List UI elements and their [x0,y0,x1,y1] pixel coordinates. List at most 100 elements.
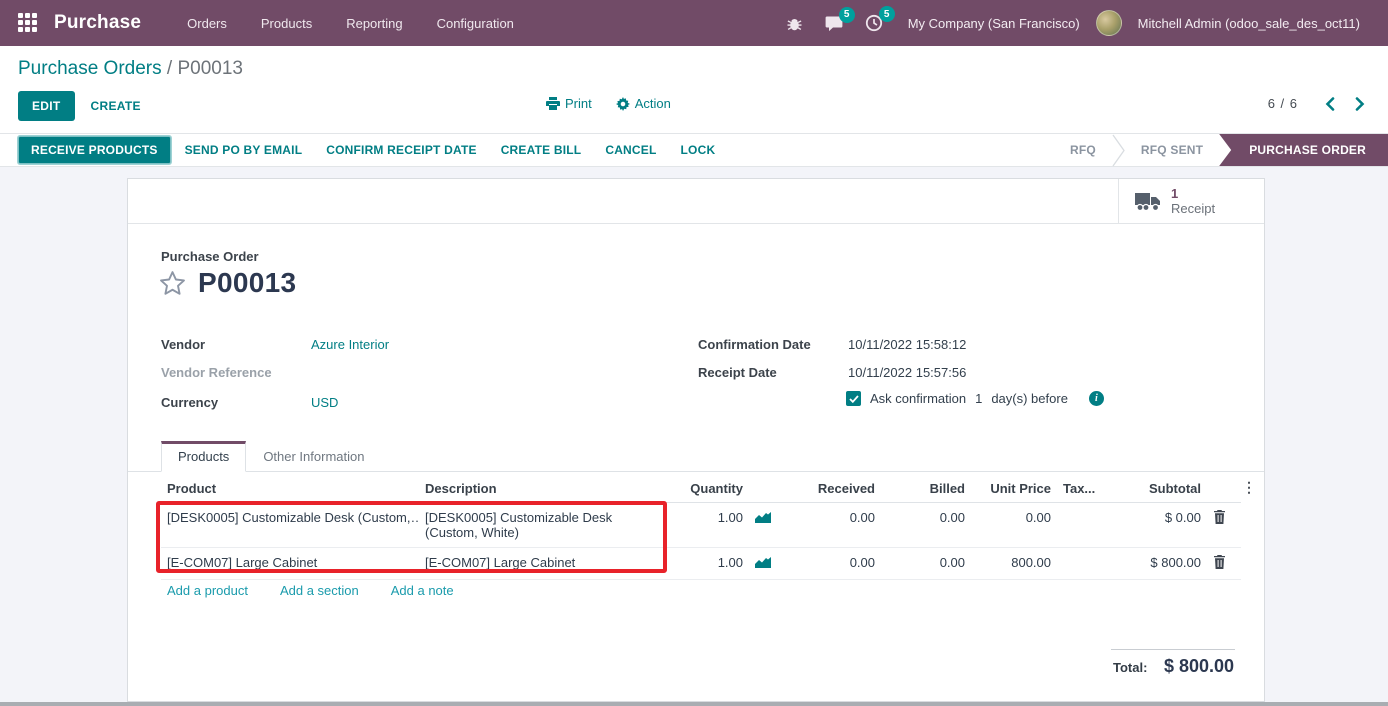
table-row[interactable]: [DESK0005] Customizable Desk (Custom,… [… [161,503,1241,548]
debug-bug-icon[interactable] [777,9,812,38]
forecast-chart-icon[interactable] [755,555,771,568]
main-menus: Orders Products Reporting Configuration [175,10,526,37]
create-bill-button[interactable]: CREATE BILL [491,137,592,163]
table-row[interactable]: [E-COM07] Large Cabinet [E-COM07] Large … [161,548,1241,580]
add-a-section-link[interactable]: Add a section [280,583,359,598]
tab-other-information[interactable]: Other Information [246,441,381,471]
menu-products[interactable]: Products [249,10,324,37]
user-menu[interactable]: Mitchell Admin (odoo_sale_des_oct11) [1126,16,1372,31]
pager-previous-icon[interactable] [1324,97,1335,111]
menu-reporting[interactable]: Reporting [334,10,414,37]
delete-row-icon[interactable] [1213,555,1226,569]
order-lines-table: Product Description Quantity Received Bi… [161,476,1241,580]
cell-description[interactable]: [DESK0005] Customizable Desk (Custom, Wh… [419,503,669,548]
ask-confirmation-days[interactable]: 1 [975,391,982,406]
menu-orders[interactable]: Orders [175,10,239,37]
cell-product[interactable]: [DESK0005] Customizable Desk (Custom,… [161,503,419,548]
currency-value[interactable]: USD [311,395,338,410]
cell-tax[interactable] [1057,503,1103,548]
total-divider [1111,649,1235,650]
receipt-smart-button[interactable]: 1 Receipt [1118,179,1264,224]
activities-clock-icon[interactable]: 5 [856,8,892,38]
cell-subtotal: $ 0.00 [1103,503,1207,548]
gear-icon [616,97,630,111]
confirm-receipt-date-button[interactable]: CONFIRM RECEIPT DATE [316,137,486,163]
ask-confirmation-label: Ask confirmation [870,391,966,406]
delete-row-icon[interactable] [1213,510,1226,524]
title-field-label: Purchase Order [161,249,259,264]
company-switcher[interactable]: My Company (San Francisco) [896,16,1092,31]
lock-button[interactable]: LOCK [671,137,726,163]
vendor-value[interactable]: Azure Interior [311,337,389,352]
receipt-count: 1 [1171,187,1215,202]
col-description[interactable]: Description [419,476,669,503]
ask-confirmation-checkbox[interactable] [846,391,861,406]
line-add-links: Add a product Add a section Add a note [167,583,454,598]
state-purchase-order[interactable]: PURCHASE ORDER [1219,134,1388,166]
cell-received[interactable]: 0.00 [785,503,881,548]
receipt-date-value: 10/11/2022 15:57:56 [848,365,966,380]
confirmation-date-label: Confirmation Date [698,337,868,352]
ask-confirmation-suffix: day(s) before [991,391,1068,406]
send-po-by-email-button[interactable]: SEND PO BY EMAIL [175,137,313,163]
printer-icon [546,97,560,110]
cell-description[interactable]: [E-COM07] Large Cabinet [419,548,669,580]
state-rfq[interactable]: RFQ [1054,134,1112,166]
ask-confirmation-row: Ask confirmation 1 day(s) before i [846,391,1104,406]
create-button[interactable]: CREATE [89,91,143,121]
state-rfq-sent[interactable]: RFQ SENT [1125,134,1219,166]
favorite-star-icon[interactable] [159,270,186,296]
print-menu[interactable]: Print [546,96,592,111]
notebook-tabs: Products Other Information [128,441,1264,472]
add-a-product-link[interactable]: Add a product [167,583,248,598]
breadcrumb-separator: / [167,58,178,79]
confirmation-date-value: 10/11/2022 15:58:12 [848,337,966,352]
forecast-chart-icon[interactable] [755,510,771,523]
cell-quantity[interactable]: 1.00 [669,548,749,580]
control-panel: Purchase Orders / P00013 EDIT CREATE Pri… [0,46,1388,133]
cell-subtotal: $ 800.00 [1103,548,1207,580]
action-label: Action [635,96,671,111]
add-a-note-link[interactable]: Add a note [391,583,454,598]
cancel-button[interactable]: CANCEL [595,137,666,163]
menu-configuration[interactable]: Configuration [425,10,526,37]
breadcrumb-parent[interactable]: Purchase Orders [18,58,162,79]
cell-unit-price[interactable]: 800.00 [971,548,1057,580]
statusbar: RECEIVE PRODUCTS SEND PO BY EMAIL CONFIR… [0,133,1388,167]
receive-products-button[interactable]: RECEIVE PRODUCTS [18,136,171,164]
col-received[interactable]: Received [785,476,881,503]
col-billed[interactable]: Billed [881,476,971,503]
edit-button[interactable]: EDIT [18,91,75,121]
receipt-label: Receipt [1171,202,1215,217]
tab-products[interactable]: Products [161,441,246,472]
messages-badge: 5 [839,7,855,23]
receipt-date-label: Receipt Date [698,365,868,380]
cell-quantity[interactable]: 1.00 [669,503,749,548]
cell-received[interactable]: 0.00 [785,548,881,580]
total-value: $ 800.00 [1164,656,1234,677]
col-unit-price[interactable]: Unit Price [971,476,1057,503]
window-bottom-edge [0,702,1388,706]
cell-product[interactable]: [E-COM07] Large Cabinet [161,548,419,580]
col-tax[interactable]: Tax... [1057,476,1103,503]
col-product[interactable]: Product [161,476,419,503]
cell-billed[interactable]: 0.00 [881,503,971,548]
apps-menu-icon[interactable] [18,13,38,33]
col-quantity[interactable]: Quantity [669,476,749,503]
cell-tax[interactable] [1057,548,1103,580]
app-name[interactable]: Purchase [54,12,141,34]
cell-billed[interactable]: 0.00 [881,548,971,580]
table-header-row: Product Description Quantity Received Bi… [161,476,1241,503]
breadcrumb: Purchase Orders / P00013 [18,58,243,80]
status-widget: RFQ RFQ SENT PURCHASE ORDER [1054,134,1388,166]
vendor-reference-label: Vendor Reference [161,365,331,380]
activities-badge: 5 [879,6,895,22]
messages-icon[interactable]: 5 [816,9,852,38]
cell-unit-price[interactable]: 0.00 [971,503,1057,548]
pager-next-icon[interactable] [1355,97,1366,111]
optional-columns-icon[interactable]: ⋮ [1242,479,1256,496]
action-menu[interactable]: Action [616,96,671,111]
col-subtotal[interactable]: Subtotal [1103,476,1207,503]
user-avatar[interactable] [1096,10,1122,36]
navbar-left: Purchase Orders Products Reporting Confi… [0,10,526,37]
